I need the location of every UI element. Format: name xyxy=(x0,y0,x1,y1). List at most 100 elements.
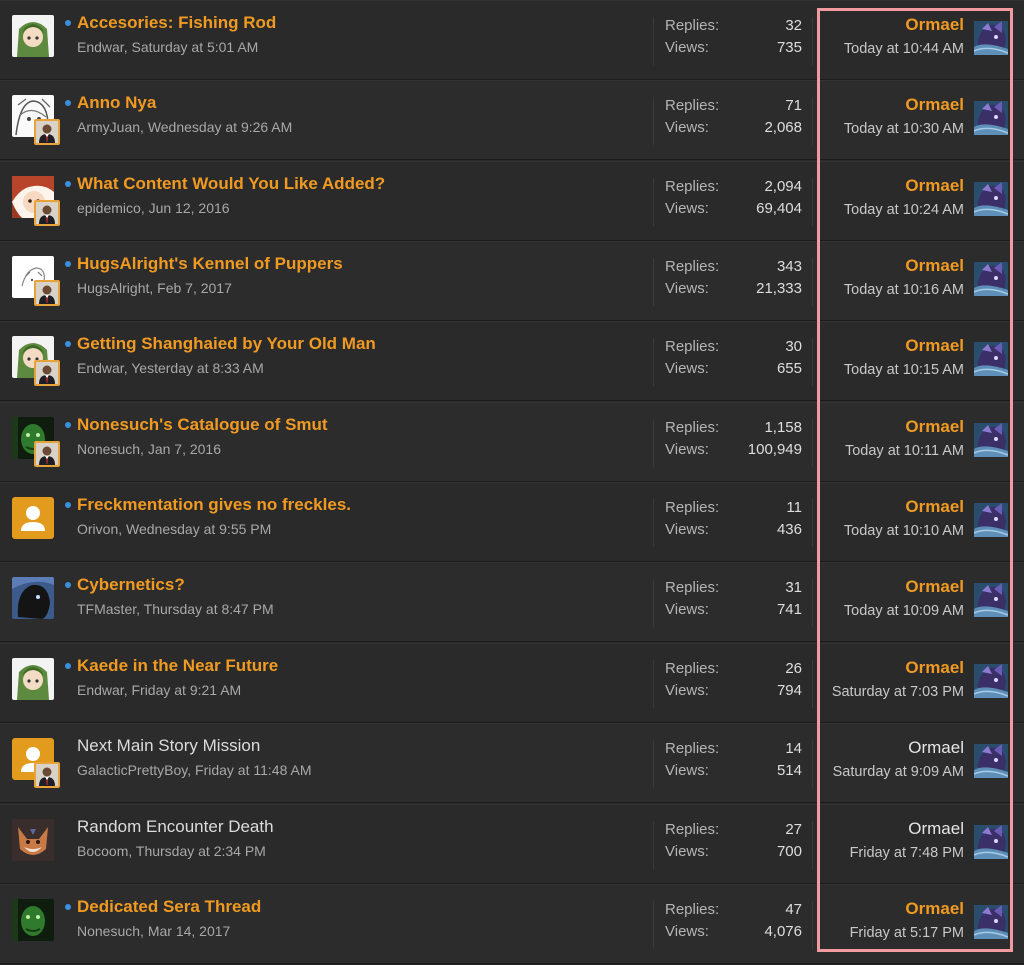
last-post-date-link[interactable]: Today at 10:44 AM xyxy=(844,41,964,57)
last-poster-avatar-icon[interactable] xyxy=(974,583,1008,617)
thread-row[interactable]: Getting Shanghaied by Your Old Man Endwar… xyxy=(0,321,1024,401)
thread-row[interactable]: Accesories: Fishing Rod Endwar, Saturday … xyxy=(0,0,1024,80)
last-poster-link[interactable]: Ormael xyxy=(905,95,964,115)
last-post-date-link[interactable]: Today at 10:15 AM xyxy=(844,362,964,378)
last-poster-avatar-icon[interactable] xyxy=(974,342,1008,376)
last-poster-avatar-icon[interactable] xyxy=(974,101,1008,135)
thread-title-link[interactable]: Cybernetics? xyxy=(77,575,185,595)
last-poster-avatar-icon[interactable] xyxy=(974,21,1008,55)
thread-title-link[interactable]: Freckmentation gives no freckles. xyxy=(77,495,351,515)
thread-row[interactable]: HugsAlright's Kennel of Puppers HugsAlrig… xyxy=(0,241,1024,321)
thread-start-date[interactable]: Friday at 9:21 AM xyxy=(131,682,241,698)
thread-start-date[interactable]: Saturday at 5:01 AM xyxy=(131,39,258,55)
last-poster-avatar-icon[interactable] xyxy=(974,744,1008,778)
thread-row[interactable]: Kaede in the Near Future Endwar, Friday a… xyxy=(0,643,1024,723)
thread-author-link[interactable]: HugsAlright xyxy=(77,280,149,296)
views-count: 4,076 xyxy=(764,923,802,940)
last-post-date-link[interactable]: Today at 10:16 AM xyxy=(844,282,964,298)
last-poster-link[interactable]: Ormael xyxy=(905,336,964,356)
last-post-date-link[interactable]: Saturday at 7:03 PM xyxy=(832,684,964,700)
last-post-date-link[interactable]: Friday at 5:17 PM xyxy=(850,925,964,941)
thread-row[interactable]: Freckmentation gives no freckles. Orivon,… xyxy=(0,482,1024,562)
last-poster-avatar-icon[interactable] xyxy=(974,905,1008,939)
mini-user-avatar-icon[interactable] xyxy=(34,441,60,467)
thread-title-link[interactable]: Getting Shanghaied by Your Old Man xyxy=(77,334,376,354)
thread-author-link[interactable]: epidemico xyxy=(77,200,141,216)
thread-author-link[interactable]: TFMaster xyxy=(77,601,136,617)
dark-creature-avatar-icon[interactable] xyxy=(12,577,54,619)
last-poster-avatar-icon[interactable] xyxy=(974,503,1008,537)
thread-author-link[interactable]: Nonesuch xyxy=(77,923,140,939)
green-hood-avatar-icon[interactable] xyxy=(12,658,54,700)
mini-user-avatar-icon[interactable] xyxy=(34,360,60,386)
thread-author-link[interactable]: GalacticPrettyBoy xyxy=(77,762,187,778)
thread-row[interactable]: Random Encounter Death Bocoom, Thursday a… xyxy=(0,804,1024,884)
last-poster-link[interactable]: Ormael xyxy=(905,176,964,196)
thread-author-link[interactable]: Endwar xyxy=(77,682,124,698)
last-poster-link[interactable]: Ormael xyxy=(905,15,964,35)
thread-start-date[interactable]: Thursday at 8:47 PM xyxy=(144,601,274,617)
thread-start-date[interactable]: Thursday at 2:34 PM xyxy=(136,843,266,859)
thread-title-link[interactable]: Dedicated Sera Thread xyxy=(77,897,261,917)
thread-row[interactable]: Next Main Story Mission GalacticPrettyBoy… xyxy=(0,723,1024,803)
last-post-date-link[interactable]: Today at 10:10 AM xyxy=(844,523,964,539)
mini-user-avatar-icon[interactable] xyxy=(34,280,60,306)
thread-title-link[interactable]: Random Encounter Death xyxy=(77,817,274,837)
thread-title-link[interactable]: HugsAlright's Kennel of Puppers xyxy=(77,254,343,274)
thread-title-link[interactable]: Nonesuch's Catalogue of Smut xyxy=(77,415,328,435)
last-poster-link[interactable]: Ormael xyxy=(905,497,964,517)
thread-author-link[interactable]: Nonesuch xyxy=(77,441,140,457)
thread-row[interactable]: What Content Would You Like Added? epidem… xyxy=(0,161,1024,241)
green-hood-avatar-icon[interactable] xyxy=(12,15,54,57)
thread-row[interactable]: Nonesuch's Catalogue of Smut Nonesuch, Ja… xyxy=(0,402,1024,482)
thread-title-link[interactable]: Anno Nya xyxy=(77,93,156,113)
last-post-date-link[interactable]: Today at 10:24 AM xyxy=(844,202,964,218)
fox-avatar-icon[interactable] xyxy=(12,819,54,861)
thread-author-link[interactable]: Bocoom xyxy=(77,843,128,859)
last-poster-avatar-icon[interactable] xyxy=(974,825,1008,859)
mini-user-avatar-icon[interactable] xyxy=(34,762,60,788)
thread-start-date[interactable]: Mar 14, 2017 xyxy=(148,923,231,939)
thread-title-link[interactable]: Kaede in the Near Future xyxy=(77,656,278,676)
last-poster-link[interactable]: Ormael xyxy=(905,256,964,276)
last-post-date-link[interactable]: Friday at 7:48 PM xyxy=(850,845,964,861)
thread-meta: TFMaster, Thursday at 8:47 PM xyxy=(77,601,274,617)
thread-title-link[interactable]: Next Main Story Mission xyxy=(77,736,260,756)
last-poster-avatar-icon[interactable] xyxy=(974,182,1008,216)
thread-row[interactable]: Anno Nya ArmyJuan, Wednesday at 9:26 AM Re… xyxy=(0,80,1024,160)
thread-start-date[interactable]: Feb 7, 2017 xyxy=(157,280,232,296)
thread-start-date[interactable]: Wednesday at 9:26 AM xyxy=(148,119,293,135)
last-poster-link[interactable]: Ormael xyxy=(908,819,964,839)
thread-author-link[interactable]: Endwar xyxy=(77,39,124,55)
last-poster-link[interactable]: Ormael xyxy=(905,577,964,597)
green-face-avatar-icon[interactable] xyxy=(12,899,54,941)
thread-author-link[interactable]: ArmyJuan xyxy=(77,119,140,135)
thread-title-link[interactable]: Accesories: Fishing Rod xyxy=(77,13,276,33)
thread-author-link[interactable]: Orivon xyxy=(77,521,118,537)
last-poster-avatar-icon[interactable] xyxy=(974,262,1008,296)
thread-start-date[interactable]: Yesterday at 8:33 AM xyxy=(131,360,264,376)
unread-indicator-icon xyxy=(65,181,71,187)
last-poster-avatar-icon[interactable] xyxy=(974,664,1008,698)
thread-start-date[interactable]: Jan 7, 2016 xyxy=(148,441,221,457)
last-poster-avatar-icon[interactable] xyxy=(974,423,1008,457)
thread-row[interactable]: Cybernetics? TFMaster, Thursday at 8:47 P… xyxy=(0,562,1024,642)
last-post-date-link[interactable]: Today at 10:11 AM xyxy=(845,443,964,459)
mini-user-avatar-icon[interactable] xyxy=(34,119,60,145)
mini-user-avatar-icon[interactable] xyxy=(34,200,60,226)
last-poster-link[interactable]: Ormael xyxy=(905,899,964,919)
thread-start-date[interactable]: Friday at 11:48 AM xyxy=(195,762,311,778)
thread-row[interactable]: Dedicated Sera Thread Nonesuch, Mar 14, 2… xyxy=(0,884,1024,964)
last-poster-link[interactable]: Ormael xyxy=(905,417,964,437)
default-user-avatar-icon[interactable] xyxy=(12,497,54,539)
last-poster-link[interactable]: Ormael xyxy=(905,658,964,678)
last-post-date-link[interactable]: Today at 10:30 AM xyxy=(844,121,964,137)
last-post-date-link[interactable]: Saturday at 9:09 AM xyxy=(833,764,964,780)
thread-stats: Replies: 71 Views: 2,068 xyxy=(653,97,813,145)
last-poster-link[interactable]: Ormael xyxy=(908,738,964,758)
thread-start-date[interactable]: Wednesday at 9:55 PM xyxy=(126,521,271,537)
thread-title-link[interactable]: What Content Would You Like Added? xyxy=(77,174,385,194)
thread-author-link[interactable]: Endwar xyxy=(77,360,124,376)
thread-start-date[interactable]: Jun 12, 2016 xyxy=(149,200,230,216)
last-post-date-link[interactable]: Today at 10:09 AM xyxy=(844,603,964,619)
